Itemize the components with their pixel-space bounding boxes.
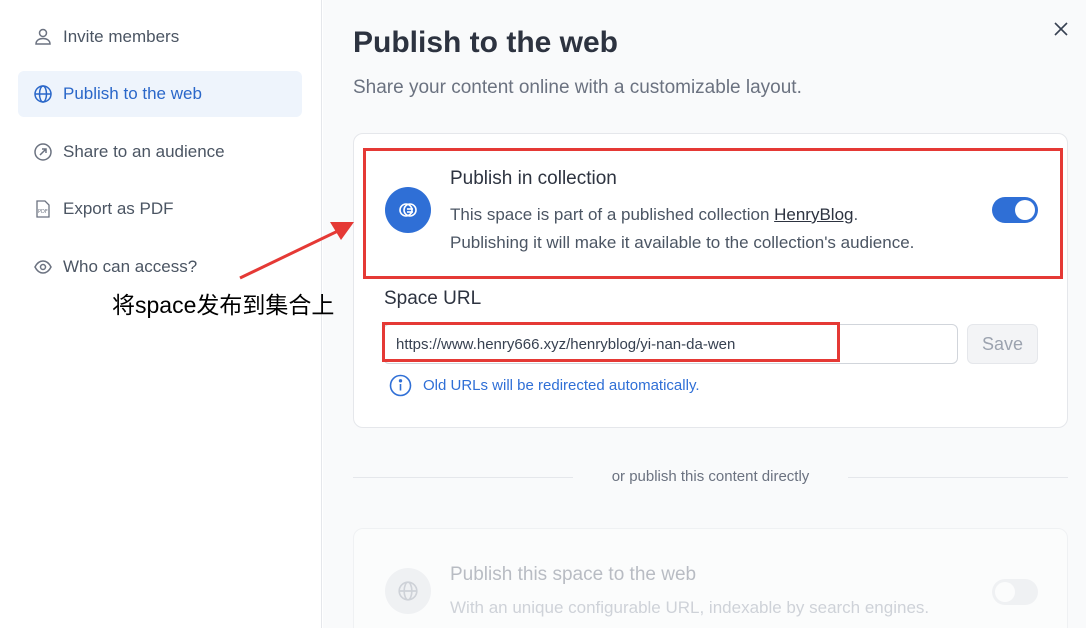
share-icon — [33, 142, 53, 162]
svg-text:PDF: PDF — [38, 209, 48, 215]
users-icon — [33, 27, 53, 47]
page-title: Publish to the web — [353, 26, 619, 59]
publish-collection-card: Publish in collection This space is part… — [353, 133, 1068, 428]
publish-collection-toggle[interactable] — [992, 197, 1038, 223]
info-icon — [389, 374, 412, 397]
sidebar-item-label: Share to an audience — [63, 142, 225, 161]
sidebar-item-who-can-access[interactable]: Who can access? — [18, 244, 302, 290]
collection-heading: Publish in collection — [450, 168, 617, 189]
publish-direct-card: Publish this space to the web With an un… — [353, 528, 1068, 628]
collection-desc-suffix: . — [853, 205, 859, 224]
collection-desc-line2: Publishing it will make it available to … — [450, 233, 915, 252]
collection-description: This space is part of a published collec… — [450, 201, 990, 257]
page-subtitle: Share your content online with a customi… — [353, 77, 802, 98]
globe-icon — [33, 84, 53, 104]
url-hint: Old URLs will be redirected automaticall… — [389, 374, 700, 397]
globe-icon — [385, 568, 431, 614]
url-hint-text: Old URLs will be redirected automaticall… — [423, 377, 700, 394]
close-icon[interactable] — [1050, 18, 1072, 40]
sidebar-item-export-pdf[interactable]: PDF Export as PDF — [18, 186, 302, 232]
direct-publish-description: With an unique configurable URL, indexab… — [450, 598, 930, 617]
sidebar-item-invite-members[interactable]: Invite members — [18, 14, 302, 60]
toggle-knob — [1015, 200, 1035, 220]
space-url-label: Space URL — [384, 288, 482, 309]
sidebar-item-label: Invite members — [63, 27, 180, 46]
publish-direct-toggle[interactable] — [992, 579, 1038, 605]
publish-panel: Publish to the web Share your content on… — [323, 0, 1086, 628]
space-url-input[interactable] — [383, 324, 958, 364]
sidebar-item-label: Export as PDF — [63, 199, 174, 218]
collection-desc-text: This space is part of a published collec… — [450, 205, 775, 224]
pdf-icon: PDF — [33, 199, 53, 219]
direct-publish-heading: Publish this space to the web — [450, 564, 697, 585]
sidebar-item-label: Publish to the web — [63, 84, 202, 103]
toggle-knob — [995, 582, 1015, 602]
save-button[interactable]: Save — [967, 324, 1038, 364]
sidebar-item-publish-to-web[interactable]: Publish to the web — [18, 71, 302, 117]
divider-text: or publish this content directly — [611, 468, 810, 485]
sidebar-item-label: Who can access? — [63, 257, 198, 276]
collection-link[interactable]: HenryBlog — [774, 205, 853, 224]
or-divider: or publish this content directly — [353, 468, 1068, 488]
eye-icon — [33, 257, 53, 277]
collection-icon — [385, 187, 431, 233]
sidebar-item-share-to-audience[interactable]: Share to an audience — [18, 129, 302, 175]
annotation-text: 将space发布到集合上 — [112, 292, 335, 318]
